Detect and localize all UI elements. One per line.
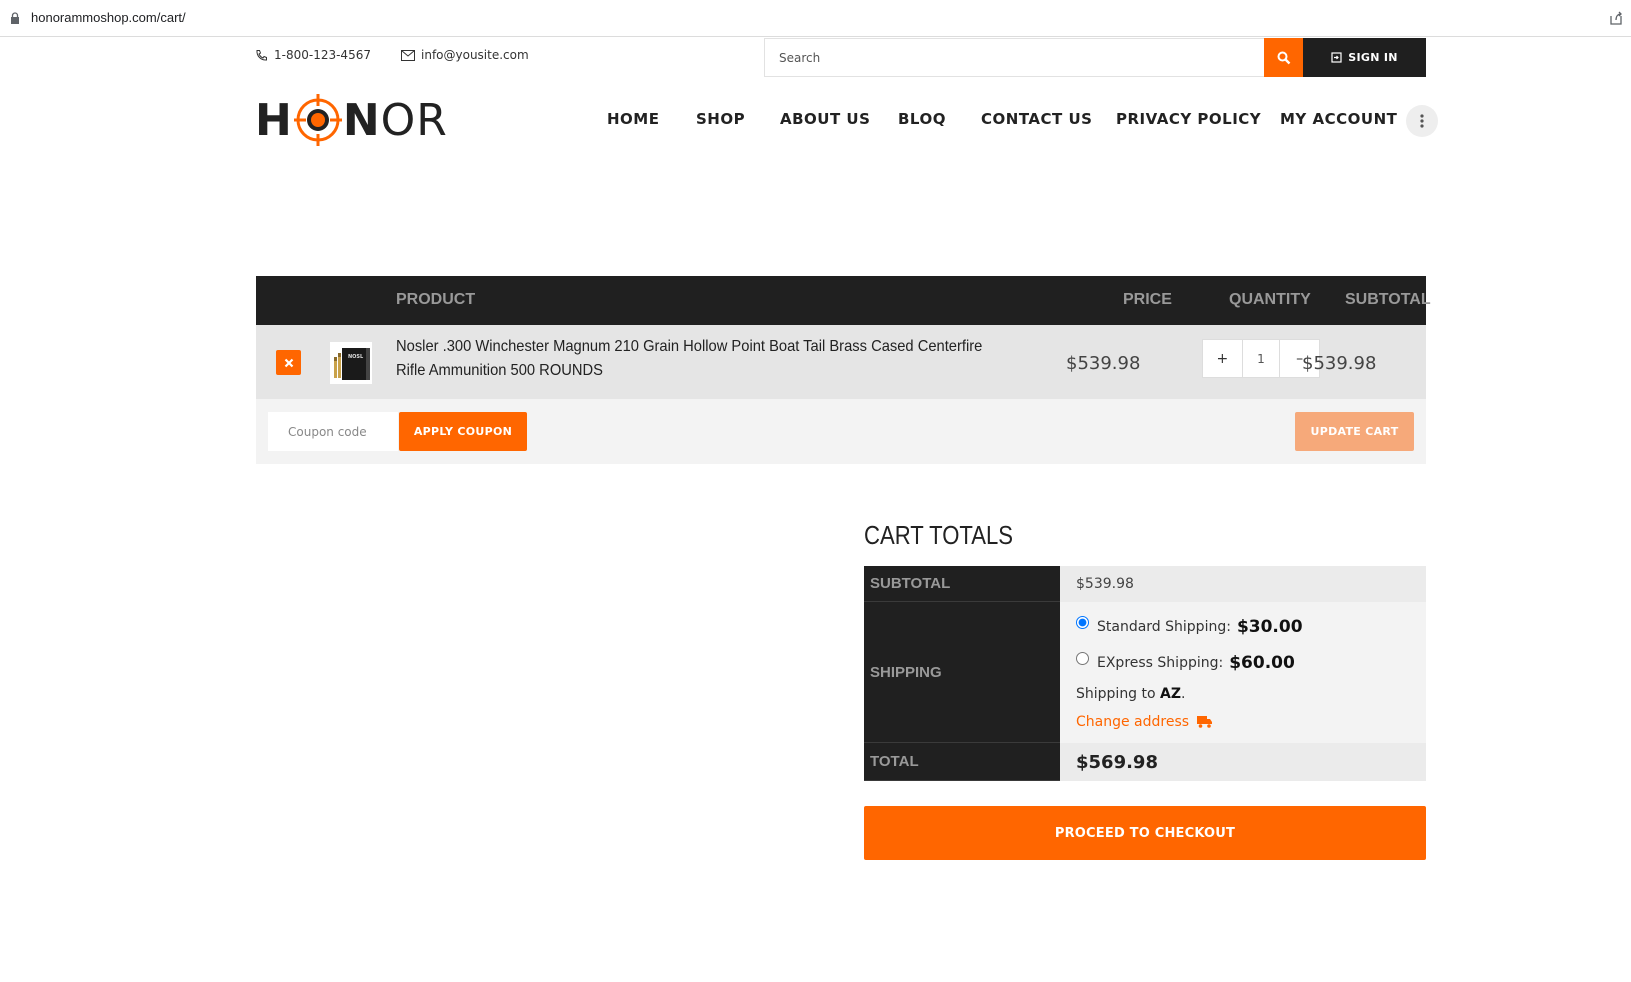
honor-logo[interactable]: H N OR [255, 92, 448, 148]
nav-item-bloq[interactable]: BLOQ [898, 110, 946, 128]
lock-icon [11, 12, 19, 24]
truck-icon [1197, 716, 1213, 728]
logo-letters-or: OR [380, 94, 448, 146]
product-name-link[interactable]: Nosler .300 Winchester Magnum 210 Grain … [396, 335, 1003, 383]
express-shipping-radio[interactable] [1076, 651, 1089, 665]
nav-item-contact-us[interactable]: CONTACT US [981, 110, 1092, 128]
thumb-brand-text: NOSL [348, 354, 364, 360]
nav-item-my-account[interactable]: MY ACCOUNT [1280, 110, 1397, 128]
email-contact[interactable]: info@yousite.com [401, 48, 529, 62]
nav-item-about-us[interactable]: ABOUT US [780, 110, 870, 128]
shipping-destination: Shipping to AZ. [1076, 686, 1426, 702]
search-icon [1277, 51, 1290, 64]
phone-number: 1-800-123-4567 [274, 48, 371, 62]
apply-coupon-button[interactable]: APPLY COUPON [399, 412, 527, 451]
change-address-label: Change address [1076, 714, 1190, 730]
sign-in-label: SIGN IN [1348, 51, 1398, 64]
total-label: TOTAL [864, 743, 1060, 781]
ammo-box-image: NOSL [334, 348, 370, 380]
browser-url-bar: honorammoshop.com/cart/ [0, 0, 1631, 37]
change-address-link[interactable]: Change address [1076, 714, 1426, 730]
standard-shipping-label: Standard Shipping: [1097, 619, 1231, 635]
logo-letter-n: N [342, 94, 381, 146]
crosshair-logo-icon [293, 94, 342, 146]
update-cart-button[interactable]: UPDATE CART [1295, 412, 1414, 451]
express-shipping-option[interactable]: EXpress Shipping: $60.00 [1076, 650, 1426, 676]
express-shipping-label: EXpress Shipping: [1097, 655, 1224, 671]
search-input[interactable] [765, 39, 1264, 76]
vertical-dots-icon [1420, 114, 1424, 128]
proceed-to-checkout-button[interactable]: PROCEED TO CHECKOUT [864, 806, 1426, 860]
coupon-row: APPLY COUPON UPDATE CART [256, 399, 1426, 464]
share-icon[interactable] [1608, 10, 1624, 26]
shipping-state: AZ [1160, 686, 1182, 702]
product-thumbnail[interactable]: NOSL [330, 342, 372, 384]
standard-shipping-price: $30.00 [1236, 617, 1303, 637]
nav-item-home[interactable]: HOME [607, 110, 659, 128]
shipping-to-suffix: . [1181, 686, 1186, 702]
search-box[interactable] [764, 38, 1264, 77]
shipping-to-prefix: Shipping to [1076, 686, 1161, 702]
standard-shipping-option[interactable]: Standard Shipping: $30.00 [1076, 614, 1426, 640]
quantity-increase-button[interactable]: + [1203, 340, 1242, 377]
header-price: PRICE [1123, 291, 1172, 308]
cart-table-header: PRODUCT PRICE QUANTITY SUBTOTAL [256, 276, 1431, 325]
close-icon [284, 358, 293, 367]
header-product: PRODUCT [396, 291, 476, 308]
header-subtotal: SUBTOTAL [1345, 291, 1431, 308]
nav-item-shop[interactable]: SHOP [696, 110, 745, 128]
total-value: $569.98 [1060, 743, 1426, 781]
cart-totals-title: CART TOTALS [864, 520, 1014, 550]
envelope-icon [401, 49, 415, 61]
item-price: $539.98 [1066, 353, 1141, 374]
url-text[interactable]: honorammoshop.com/cart/ [31, 10, 186, 25]
express-shipping-price: $60.00 [1229, 653, 1295, 673]
subtotal-value: $539.98 [1060, 566, 1426, 602]
logo-letter-h: H [255, 94, 293, 146]
sign-in-button[interactable]: SIGN IN [1303, 38, 1426, 77]
coupon-code-input[interactable] [268, 412, 398, 451]
subtotal-label: SUBTOTAL [864, 566, 1060, 602]
shipping-options: Standard Shipping: $30.00 EXpress Shippi… [1060, 602, 1426, 743]
remove-item-button[interactable] [276, 350, 301, 375]
header-quantity: QUANTITY [1229, 291, 1311, 308]
coupon-field[interactable] [268, 412, 398, 451]
quantity-value[interactable]: 1 [1241, 340, 1281, 377]
email-address: info@yousite.com [421, 48, 529, 62]
cart-item-row: NOSL Nosler .300 Winchester Magnum 210 G… [256, 325, 1426, 399]
item-subtotal: $539.98 [1302, 353, 1377, 374]
more-menu-button[interactable] [1406, 105, 1438, 137]
phone-icon [256, 49, 267, 61]
phone-contact[interactable]: 1-800-123-4567 [255, 48, 371, 62]
search-button[interactable] [1264, 38, 1303, 77]
nav-item-privacy-policy[interactable]: PRIVACY POLICY [1116, 110, 1261, 128]
shipping-label: SHIPPING [864, 602, 1060, 743]
standard-shipping-radio[interactable] [1076, 615, 1089, 629]
sign-in-icon [1331, 52, 1342, 63]
